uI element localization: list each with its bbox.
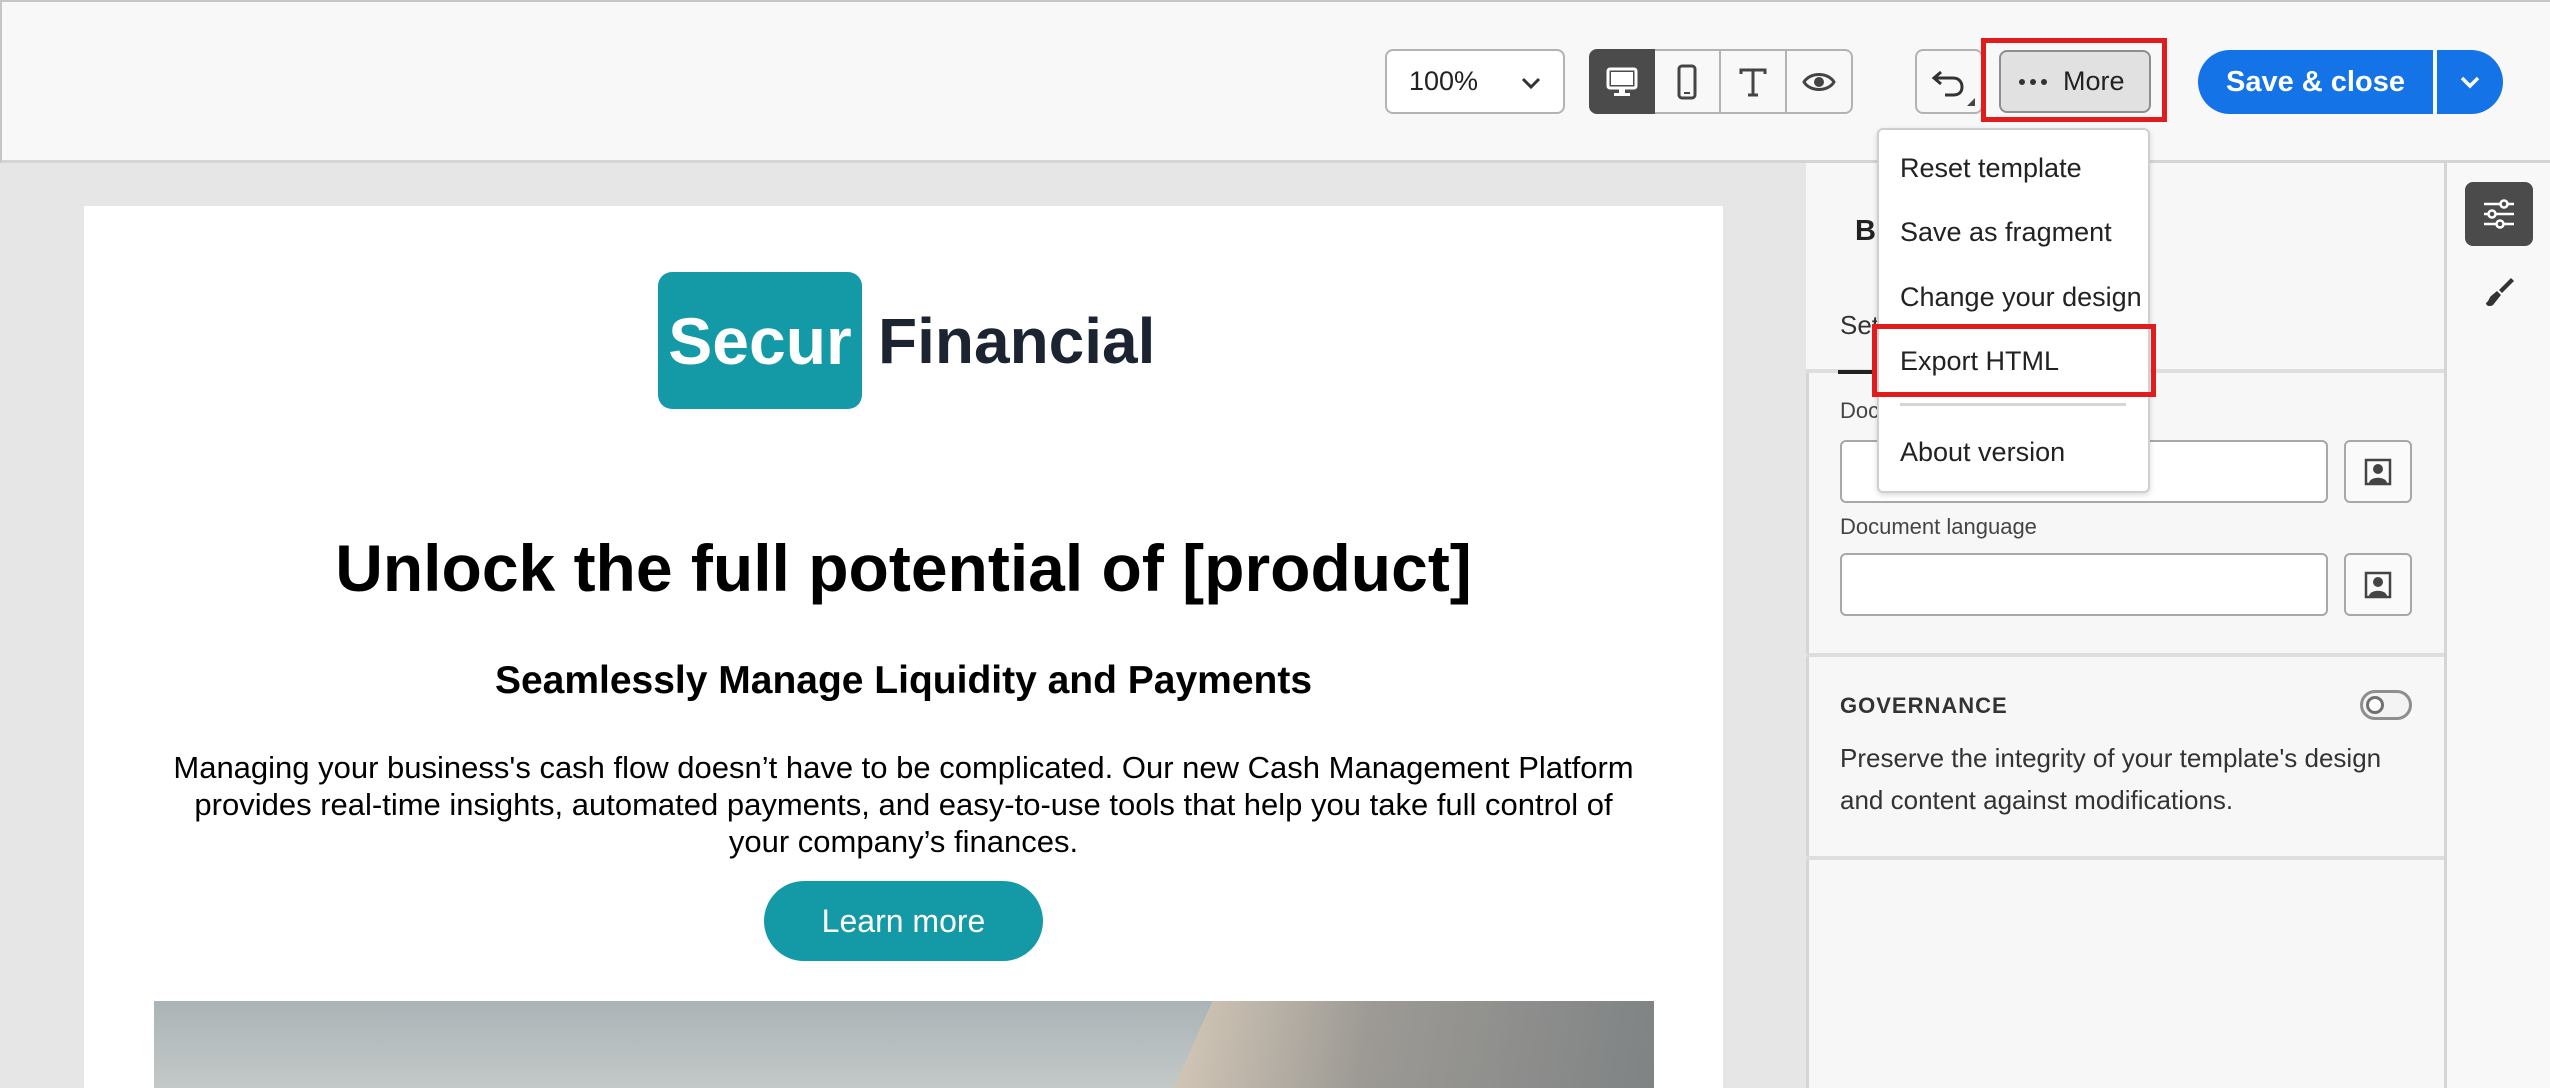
more-button-highlight xyxy=(1981,38,2167,122)
personalization-icon xyxy=(2364,458,2392,485)
preview-button[interactable] xyxy=(1787,49,1853,114)
brush-icon xyxy=(2486,278,2514,307)
governance-title: GOVERNANCE xyxy=(1840,693,2008,718)
chevron-down-icon xyxy=(1521,77,1541,90)
email-title[interactable]: Unlock the full potential of [product] xyxy=(84,530,1723,606)
view-mode-group xyxy=(1589,49,1853,114)
logo-box: Secur xyxy=(658,272,862,409)
governance-description: Preserve the integrity of your template'… xyxy=(1840,743,2382,815)
document-language-field[interactable] xyxy=(1840,553,2328,616)
menu-item-save-as-fragment[interactable]: Save as fragment xyxy=(1900,217,2112,248)
menu-item-change-design[interactable]: Change your design xyxy=(1900,282,2142,313)
building-photo xyxy=(1174,1001,1654,1088)
mobile-icon xyxy=(1677,64,1697,99)
menu-divider xyxy=(1900,403,2126,406)
export-html-highlight xyxy=(1872,324,2156,397)
personalization-button[interactable] xyxy=(2344,440,2412,503)
logo-text: Financial xyxy=(878,304,1156,377)
email-body-text[interactable]: Managing your business's cash flow doesn… xyxy=(160,749,1647,860)
save-options-dropdown[interactable] xyxy=(2437,50,2503,114)
panel-divider xyxy=(1806,856,2444,860)
panel-title: B xyxy=(1855,215,1876,247)
menu-item-about-version[interactable]: About version xyxy=(1900,437,2065,468)
brand-logo[interactable]: Secur Financial xyxy=(658,272,1155,409)
top-toolbar xyxy=(0,0,2550,163)
email-subtitle[interactable]: Seamlessly Manage Liquidity and Payments xyxy=(84,659,1723,703)
settings-panel-button[interactable] xyxy=(2465,182,2533,246)
toggle-knob xyxy=(2366,696,2384,714)
chevron-down-icon xyxy=(2460,76,2480,89)
menu-item-reset-template[interactable]: Reset template xyxy=(1900,153,2082,184)
desktop-icon xyxy=(1606,67,1638,96)
zoom-select[interactable]: 100% xyxy=(1385,49,1565,114)
style-panel-button[interactable] xyxy=(2480,272,2520,312)
personalization-button[interactable] xyxy=(2344,553,2412,616)
governance-toggle[interactable] xyxy=(2360,690,2412,720)
undo-dropdown-indicator xyxy=(1967,98,1975,106)
mobile-view-button[interactable] xyxy=(1655,49,1721,114)
personalization-icon xyxy=(2364,571,2392,598)
preview-eye-icon xyxy=(1802,72,1836,91)
document-language-label: Document language xyxy=(1840,514,2037,539)
settings-sliders-icon xyxy=(2484,199,2514,229)
panel-divider xyxy=(1806,653,2444,657)
undo-button[interactable] xyxy=(1915,49,1983,114)
desktop-view-button[interactable] xyxy=(1589,49,1655,114)
hero-image[interactable] xyxy=(154,1001,1654,1088)
zoom-value: 100% xyxy=(1409,66,1479,96)
undo-icon xyxy=(1931,70,1964,96)
text-icon xyxy=(1739,68,1767,96)
field1-label: Doc xyxy=(1840,398,1880,423)
save-close-button[interactable]: Save & close xyxy=(2198,50,2433,114)
learn-more-button[interactable]: Learn more xyxy=(764,881,1043,961)
text-view-button[interactable] xyxy=(1721,49,1787,114)
